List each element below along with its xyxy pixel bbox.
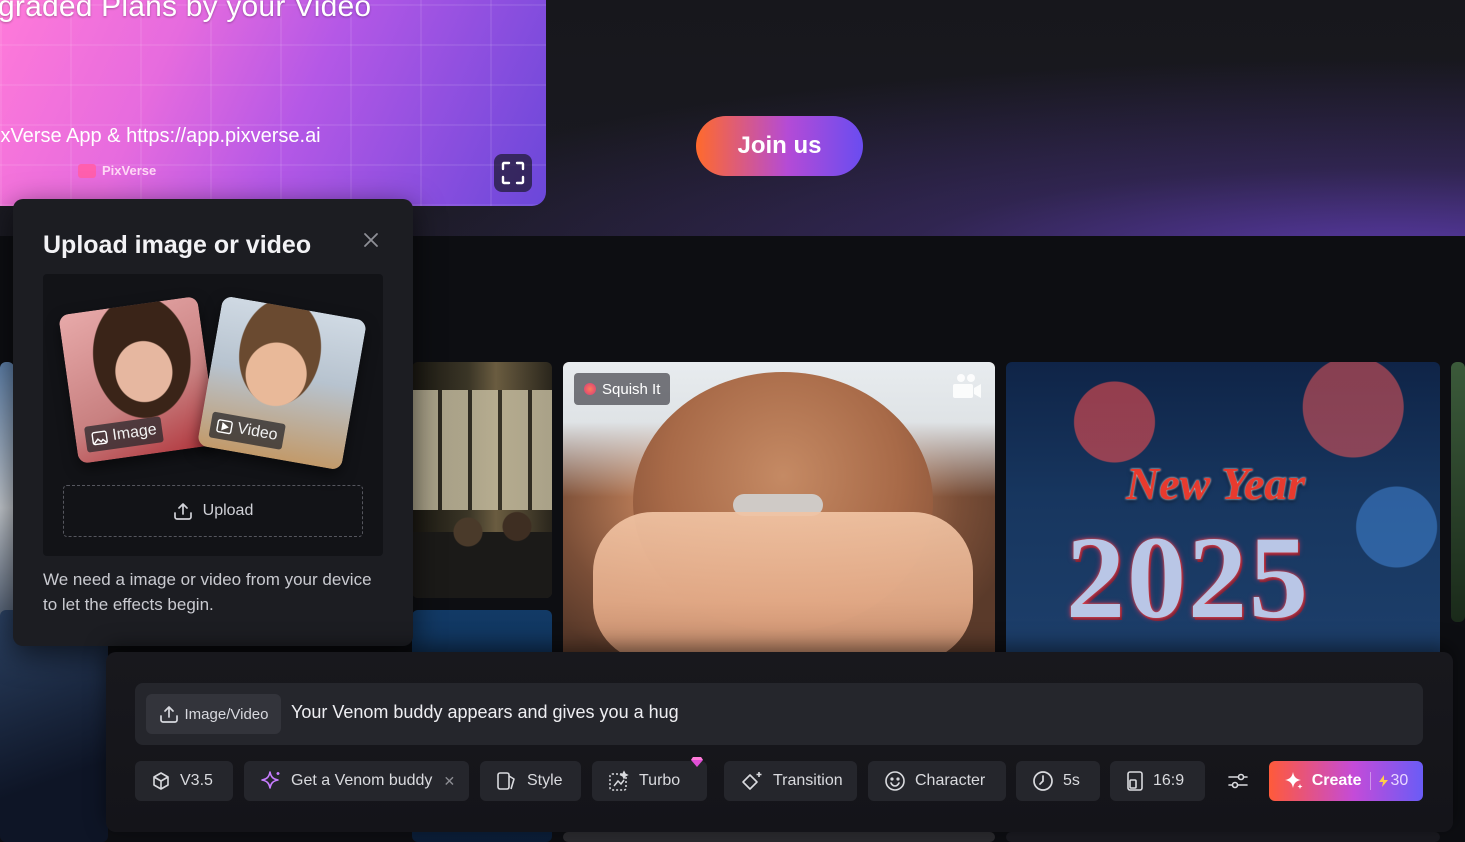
gallery-card-squish-it[interactable]: Squish It	[563, 362, 995, 662]
cube-icon	[153, 772, 169, 790]
character-label: Character	[915, 772, 986, 789]
effect-badge: Squish It	[574, 373, 671, 405]
image-video-upload-button[interactable]: Image/Video	[146, 694, 281, 734]
create-divider	[1369, 772, 1371, 790]
transition-label: Transition	[773, 772, 843, 789]
effect-badge-label: Squish It	[602, 380, 661, 398]
transition-icon	[742, 772, 762, 790]
sparkle-icon	[1284, 772, 1303, 789]
promo-url: ixVerse App & https://app.pixverse.ai	[0, 125, 321, 147]
smiley-icon	[885, 771, 905, 791]
gallery-card-new-year[interactable]: New Year 2025	[1006, 362, 1440, 662]
new-year-year: 2025	[1066, 512, 1310, 643]
prompt-input[interactable]: Your Venom buddy appears and gives you a…	[291, 702, 679, 723]
fullscreen-icon	[501, 161, 525, 185]
effect-label: Get a Venom buddy	[291, 772, 433, 789]
duration-label: 5s	[1063, 772, 1080, 789]
transition-button[interactable]: Transition	[724, 761, 857, 801]
duration-selector[interactable]: 5s	[1016, 761, 1100, 801]
create-button[interactable]: Create 30	[1269, 761, 1423, 801]
effect-chip[interactable]: Get a Venom buddy ✕	[244, 761, 469, 801]
lightning-icon	[1378, 775, 1388, 787]
new-year-title: New Year	[1126, 458, 1306, 509]
prompt-bar[interactable]: Image/Video Your Venom buddy appears and…	[135, 683, 1423, 745]
sparkle-icon	[261, 771, 280, 789]
join-us-button[interactable]: Join us	[696, 116, 863, 176]
upload-dropzone[interactable]: Upload	[63, 485, 363, 537]
sliders-icon	[1228, 773, 1248, 789]
promo-brand-label: PixVerse	[102, 163, 157, 178]
prompt-composer: Image/Video Your Venom buddy appears and…	[106, 652, 1453, 832]
turbo-button[interactable]: Turbo	[592, 757, 707, 801]
image-video-label: Image/Video	[184, 705, 269, 723]
promo-brand: PixVerse	[78, 163, 156, 178]
meeting-people	[412, 488, 552, 598]
settings-button[interactable]	[1220, 761, 1256, 801]
example-video-photo: Video	[196, 295, 368, 471]
turbo-icon	[609, 770, 629, 791]
fullscreen-button[interactable]	[494, 154, 532, 192]
gallery-card-partial-right[interactable]	[1451, 362, 1465, 622]
video-tag-label: Video	[235, 420, 279, 444]
popover-title: Upload image or video	[43, 231, 312, 259]
create-label: Create	[1311, 772, 1362, 789]
upload-preview-area: Image Video Upload	[43, 274, 383, 556]
promo-video-card[interactable]: graded Plans by your Video ixVerse App &…	[0, 0, 546, 206]
image-icon	[91, 430, 108, 446]
close-icon	[364, 233, 378, 247]
video-tag: Video	[208, 411, 286, 450]
character-button[interactable]: Character	[868, 761, 1006, 801]
upload-label: Upload	[202, 502, 254, 519]
gallery-card-bottom-right[interactable]	[1006, 832, 1440, 842]
close-button[interactable]	[360, 229, 382, 251]
aspect-ratio-selector[interactable]: 16:9	[1110, 761, 1205, 801]
style-button[interactable]: Style	[480, 761, 581, 801]
image-tag-label: Image	[111, 420, 158, 445]
gallery-card-bottom-mid[interactable]	[563, 832, 995, 842]
sparkle-icon	[584, 383, 596, 395]
popover-description: We need a image or video from your devic…	[43, 570, 372, 614]
upload-popover: Upload image or video Image Video Upload	[13, 199, 413, 646]
aspect-ratio-label: 16:9	[1153, 772, 1185, 789]
pixverse-logo-icon	[78, 163, 96, 178]
model-label: V3.5	[180, 772, 213, 789]
play-icon	[216, 419, 233, 435]
style-label: Style	[527, 772, 563, 789]
style-icon	[497, 772, 515, 790]
aspect-ratio-icon	[1127, 771, 1143, 791]
premium-gem-icon	[691, 757, 703, 767]
upload-icon	[173, 503, 192, 520]
example-image-photo: Image	[58, 295, 218, 465]
video-camera-icon	[951, 372, 983, 402]
upload-icon	[159, 706, 178, 723]
turbo-label: Turbo	[639, 772, 681, 789]
promo-title: graded Plans by your Video	[0, 0, 372, 23]
model-selector[interactable]: V3.5	[135, 761, 233, 801]
remove-effect-icon[interactable]: ✕	[443, 773, 455, 790]
credits-count: 30	[1378, 772, 1409, 790]
clock-icon	[1033, 771, 1053, 791]
image-tag: Image	[84, 416, 165, 453]
squish-fingers	[593, 512, 973, 662]
gallery-card-meeting[interactable]	[412, 362, 552, 598]
page: graded Plans by your Video ixVerse App &…	[0, 0, 1465, 842]
credits-value: 30	[1390, 772, 1409, 789]
